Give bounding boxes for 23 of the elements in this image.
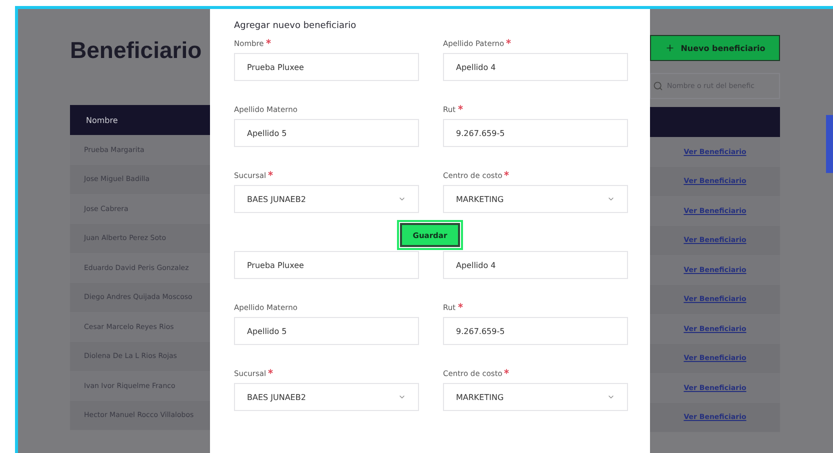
chevron-down-icon: [398, 393, 406, 401]
chevron-down-icon: [607, 393, 615, 401]
input-field[interactable]: 9.267.659-5: [443, 119, 628, 147]
side-tab[interactable]: [826, 115, 833, 173]
input-field[interactable]: 9.267.659-5: [443, 317, 628, 345]
chevron-down-icon: [607, 195, 615, 203]
plus-icon: [664, 43, 675, 53]
input-field[interactable]: Prueba Pluxee: [234, 251, 419, 279]
modal-title: Agregar nuevo beneficiario: [234, 21, 358, 33]
input-field[interactable]: Prueba Pluxee: [234, 53, 419, 81]
page-title: Beneficiario: [70, 36, 203, 65]
input-field[interactable]: Apellido 4: [443, 53, 628, 81]
input-field[interactable]: Apellido 4: [443, 251, 628, 279]
select-field[interactable]: MARKETING: [443, 383, 628, 411]
search-icon: [653, 81, 663, 91]
new-beneficiary-button[interactable]: Nuevo beneficiario: [650, 35, 780, 61]
select-field[interactable]: BAES JUNAEB2: [234, 185, 419, 213]
select-field[interactable]: MARKETING: [443, 185, 628, 213]
input-field[interactable]: Apellido 5: [234, 317, 419, 345]
select-field[interactable]: BAES JUNAEB2: [234, 383, 419, 411]
column-header: Nombre: [70, 105, 210, 135]
input-field[interactable]: Apellido 5: [234, 119, 419, 147]
chevron-down-icon: [398, 195, 406, 203]
